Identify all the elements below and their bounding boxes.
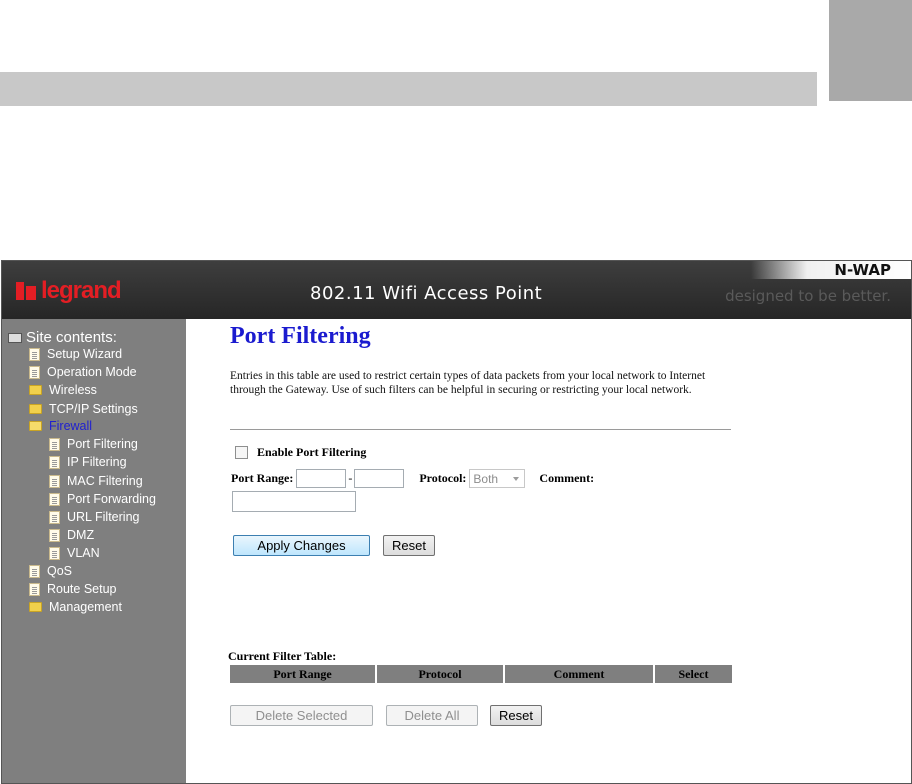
enable-port-filtering-row: Enable Port Filtering <box>235 445 366 460</box>
sidebar-item-label: Port Filtering <box>67 437 138 451</box>
sidebar-item-label: MAC Filtering <box>67 474 143 488</box>
port-range-label: Port Range: <box>231 471 294 485</box>
sidebar-item-tcpip-settings[interactable]: TCP/IP Settings <box>29 402 138 416</box>
main-content: Port Filtering Entries in this table are… <box>186 319 911 783</box>
sidebar-item-label: Port Forwarding <box>67 492 156 506</box>
document-icon <box>29 365 40 379</box>
header-title: 802.11 Wifi Access Point <box>310 283 543 304</box>
sidebar-item-label: TCP/IP Settings <box>49 402 138 416</box>
sidebar-item-label: VLAN <box>67 546 100 560</box>
sidebar-item-mac-filtering[interactable]: MAC Filtering <box>49 474 143 488</box>
port-range-row: Port Range: - Protocol: Both Comment: <box>231 469 594 488</box>
sidebar-item-label: Operation Mode <box>47 365 137 379</box>
sidebar-item-label: URL Filtering <box>67 510 140 524</box>
page-corner-block <box>829 0 912 101</box>
sidebar-item-firewall[interactable]: Firewall <box>29 419 92 433</box>
router-admin-window: legrand 802.11 Wifi Access Point N-WAP d… <box>1 260 912 784</box>
sidebar-item-url-filtering[interactable]: URL Filtering <box>49 510 139 524</box>
sidebar-item-label: DMZ <box>67 528 95 542</box>
folder-icon <box>29 602 42 612</box>
sidebar-item-label: Firewall <box>49 419 93 433</box>
sidebar-item-port-filtering[interactable]: Port Filtering <box>49 437 138 451</box>
protocol-select[interactable]: Both <box>469 469 526 488</box>
enable-port-filtering-checkbox[interactable] <box>235 446 248 459</box>
page-header-bar <box>0 72 817 106</box>
legrand-logo: legrand <box>16 277 122 304</box>
reset-table-button[interactable]: Reset <box>490 705 542 726</box>
sidebar-item-wireless[interactable]: Wireless <box>29 383 97 397</box>
sidebar-item-label: Setup Wizard <box>47 347 123 361</box>
sidebar-item-label: IP Filtering <box>67 455 127 469</box>
sidebar-item-label: Route Setup <box>47 582 117 596</box>
port-range-to-input[interactable] <box>354 469 405 488</box>
sidebar-item-setup-wizard[interactable]: Setup Wizard <box>29 347 122 361</box>
sidebar-item-route-setup[interactable]: Route Setup <box>29 582 117 596</box>
sidebar-item-vlan[interactable]: VLAN <box>49 546 100 560</box>
filter-table-header: Port Range Protocol Comment Select <box>230 665 732 683</box>
column-header-port-range: Port Range <box>230 665 377 683</box>
filter-table-title: Current Filter Table: <box>228 649 337 663</box>
comment-input[interactable] <box>232 491 356 512</box>
computer-icon <box>8 332 22 343</box>
document-icon <box>29 582 40 596</box>
sidebar-item-label: Management <box>49 600 122 614</box>
folder-icon <box>29 404 42 414</box>
document-icon <box>49 528 60 542</box>
site-contents-label: Site contents: <box>26 329 117 346</box>
chevron-down-icon <box>513 476 520 481</box>
folder-icon <box>29 385 42 395</box>
column-header-select: Select <box>678 666 709 681</box>
legrand-logo-icon <box>16 282 36 300</box>
sidebar-item-management[interactable]: Management <box>29 600 122 614</box>
sidebar-item-operation-mode[interactable]: Operation Mode <box>29 365 137 379</box>
range-separator: - <box>348 471 353 485</box>
reset-button[interactable]: Reset <box>383 535 435 556</box>
document-icon <box>49 492 60 506</box>
folder-open-icon <box>29 421 42 431</box>
sidebar-item-qos[interactable]: QoS <box>29 564 72 578</box>
product-name: N-WAP <box>834 261 891 279</box>
protocol-value: Both <box>473 471 499 486</box>
logo-text: legrand <box>41 277 122 304</box>
sidebar-item-port-forwarding[interactable]: Port Forwarding <box>49 492 156 506</box>
comment-label: Comment: <box>539 471 595 485</box>
column-header-protocol: Protocol <box>377 665 505 683</box>
document-icon <box>49 546 60 560</box>
page-description: Entries in this table are used to restri… <box>230 370 706 396</box>
document-icon <box>49 474 60 488</box>
document-icon <box>29 564 40 578</box>
sidebar-item-label: Wireless <box>49 383 97 397</box>
tagline: designed to be better. <box>725 287 891 305</box>
protocol-label: Protocol: <box>419 471 467 485</box>
delete-all-button[interactable]: Delete All <box>386 705 478 726</box>
document-icon <box>49 437 60 451</box>
apply-changes-button[interactable]: Apply Changes <box>233 535 370 556</box>
enable-port-filtering-label: Enable Port Filtering <box>257 445 367 459</box>
header-banner: legrand 802.11 Wifi Access Point N-WAP d… <box>2 261 911 319</box>
port-range-from-input[interactable] <box>296 469 347 488</box>
sidebar-item-label: QoS <box>47 564 73 578</box>
document-icon <box>49 455 60 469</box>
delete-selected-button[interactable]: Delete Selected <box>230 705 373 726</box>
site-contents-title: Site contents: <box>8 329 117 346</box>
page-title: Port Filtering <box>230 323 371 349</box>
divider <box>230 429 731 430</box>
document-icon <box>29 347 40 361</box>
sidebar-item-dmz[interactable]: DMZ <box>49 528 94 542</box>
sidebar-item-ip-filtering[interactable]: IP Filtering <box>49 455 127 469</box>
document-icon <box>49 510 60 524</box>
column-header-comment: Comment <box>505 665 655 683</box>
sidebar-nav: Site contents: Setup Wizard Operation Mo… <box>2 319 186 783</box>
